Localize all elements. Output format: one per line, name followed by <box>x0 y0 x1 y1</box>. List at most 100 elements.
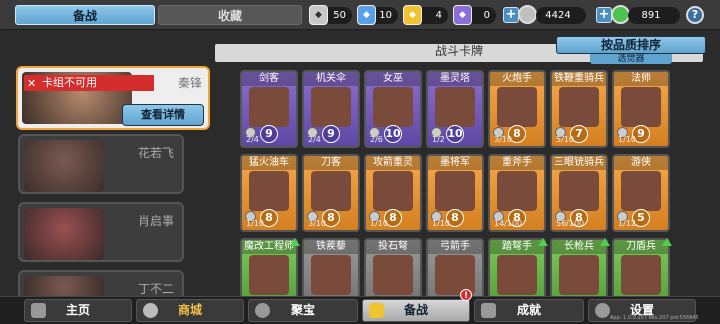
purple-crest-icon: ◆ <box>453 5 472 25</box>
version-text: App: 1.0.0.157 Res:207 pid:556845 <box>610 315 699 321</box>
card-portrait <box>497 87 537 127</box>
card-progress: 1/12 <box>618 219 636 228</box>
nav-prepare[interactable]: 备战 <box>362 299 470 322</box>
hero-name: 花若飞 <box>137 146 174 160</box>
coins-count: 4424 <box>536 7 586 24</box>
res-gold: ◆ 4 <box>403 5 448 25</box>
home-icon <box>31 303 46 318</box>
card-progress: 3/10 <box>494 135 512 144</box>
card-progress: 1/2 <box>432 135 445 144</box>
card-12[interactable]: 三眼铳骑兵 8 56/100 <box>550 154 608 232</box>
card-0[interactable]: 剑客 9 2/4 <box>240 70 298 148</box>
card-portrait <box>621 171 661 211</box>
card-13[interactable]: 游侠 5 1/12 <box>612 154 670 232</box>
card-portrait <box>311 255 351 295</box>
card-5[interactable]: 铁鞭重骑兵 7 5/10 <box>550 70 608 148</box>
card-name: 弓箭手 <box>428 240 482 254</box>
card-portrait <box>559 87 599 127</box>
res-blue: ◆ 10 <box>357 5 398 25</box>
card-name: 重斧手 <box>490 156 544 170</box>
card-2[interactable]: 女巫 10 2/6 <box>364 70 422 148</box>
view-details-button[interactable]: 查看详情 <box>122 104 204 126</box>
card-name: 长枪兵 <box>552 240 606 254</box>
card-progress: 3/10 <box>308 219 326 228</box>
card-progress: 14/100 <box>494 219 523 228</box>
card-name: 踏弩手 <box>490 240 544 254</box>
card-name: 铁鞭重骑兵 <box>552 72 606 86</box>
nav-treasure[interactable]: 聚宝 <box>248 299 358 322</box>
card-progress: 1/10 <box>618 135 636 144</box>
card-name: 墨将军 <box>428 156 482 170</box>
shop-icon <box>143 303 158 318</box>
card-progress: 2/4 <box>246 135 259 144</box>
card-name: 刀盾兵 <box>614 240 668 254</box>
card-portrait <box>497 171 537 211</box>
card-7[interactable]: 猛火油车 8 1/10 <box>240 154 298 232</box>
card-portrait <box>435 171 475 211</box>
add-coins-button[interactable]: + <box>503 7 519 23</box>
card-portrait <box>249 171 289 211</box>
card-portrait <box>559 171 599 211</box>
card-cost: 9 <box>322 125 340 143</box>
card-portrait <box>373 87 413 127</box>
sort-by-quality-button[interactable]: 按品质排序 <box>556 36 706 54</box>
hero-name: 秦锋 <box>177 76 202 90</box>
card-progress: 56/100 <box>556 219 585 228</box>
card-portrait <box>249 87 289 127</box>
card-name: 女巫 <box>366 72 420 86</box>
card-3[interactable]: 墨灵塔 10 1/2 <box>426 70 484 148</box>
cross-icon: ✕ <box>27 77 37 90</box>
card-11[interactable]: 重斧手 8 14/100 <box>488 154 546 232</box>
achievement-icon <box>481 303 496 318</box>
card-name: 火炮手 <box>490 72 544 86</box>
coin-icon <box>518 5 537 24</box>
card-progress: 2/6 <box>370 135 383 144</box>
nav-achievement[interactable]: 成就 <box>474 299 584 322</box>
cards-icon <box>369 303 384 318</box>
nav-home[interactable]: 主页 <box>24 299 132 322</box>
card-8[interactable]: 刀客 8 3/10 <box>302 154 360 232</box>
tab-collection[interactable]: 收藏 <box>158 5 302 25</box>
card-portrait <box>621 255 661 295</box>
card-4[interactable]: 火炮手 8 3/10 <box>488 70 546 148</box>
card-name: 刀客 <box>304 156 358 170</box>
hero-card-xiaoqishi[interactable]: 肖启事 <box>18 202 184 262</box>
upgrade-arrow-icon <box>538 238 548 246</box>
card-cost: 9 <box>260 125 278 143</box>
res-purple: ◆ 0 <box>453 5 496 25</box>
card-cost: 10 <box>446 125 464 143</box>
card-portrait <box>311 171 351 211</box>
card-9[interactable]: 攻箭重灵 8 1/10 <box>364 154 422 232</box>
treasure-icon <box>255 303 270 318</box>
upgrade-arrow-icon <box>290 238 300 246</box>
card-name: 三眼铳骑兵 <box>552 156 606 170</box>
card-portrait <box>497 255 537 295</box>
card-portrait <box>249 255 289 295</box>
card-portrait <box>621 87 661 127</box>
card-grid: 剑客 9 2/4 机关伞 9 2/4 女巫 10 2/6 墨灵塔 10 1/2 火炮手 8 3/10 铁鞭重骑… <box>240 70 670 316</box>
card-1[interactable]: 机关伞 9 2/4 <box>302 70 360 148</box>
res-silver: ◆ 50 <box>309 5 352 25</box>
card-portrait <box>435 87 475 127</box>
card-progress: 2/4 <box>308 135 321 144</box>
card-portrait <box>311 87 351 127</box>
nav-shop[interactable]: 商城 <box>136 299 244 322</box>
hero-card-huaruofei[interactable]: 花若飞 <box>18 134 184 194</box>
help-button[interactable]: ? <box>686 6 704 24</box>
card-6[interactable]: 法师 9 1/10 <box>612 70 670 148</box>
card-name: 游侠 <box>614 156 668 170</box>
card-10[interactable]: 墨将军 8 1/10 <box>426 154 484 232</box>
add-gems-button[interactable]: + <box>596 7 612 23</box>
card-progress: 1/10 <box>432 219 450 228</box>
tab-prepare[interactable]: 备战 <box>15 5 155 25</box>
card-progress: 1/10 <box>370 219 388 228</box>
card-name: 墨灵塔 <box>428 72 482 86</box>
card-progress: 5/10 <box>556 135 574 144</box>
card-portrait <box>559 255 599 295</box>
card-name: 法师 <box>614 72 668 86</box>
hero-card-qinfeng[interactable]: ✕ 卡组不可用 秦锋 查看详情 <box>16 66 210 130</box>
card-name: 猛火油车 <box>242 156 296 170</box>
blue-crest-icon: ◆ <box>357 5 376 25</box>
card-name: 剑客 <box>242 72 296 86</box>
sort-subtab[interactable]: 选觉器 <box>590 54 672 64</box>
